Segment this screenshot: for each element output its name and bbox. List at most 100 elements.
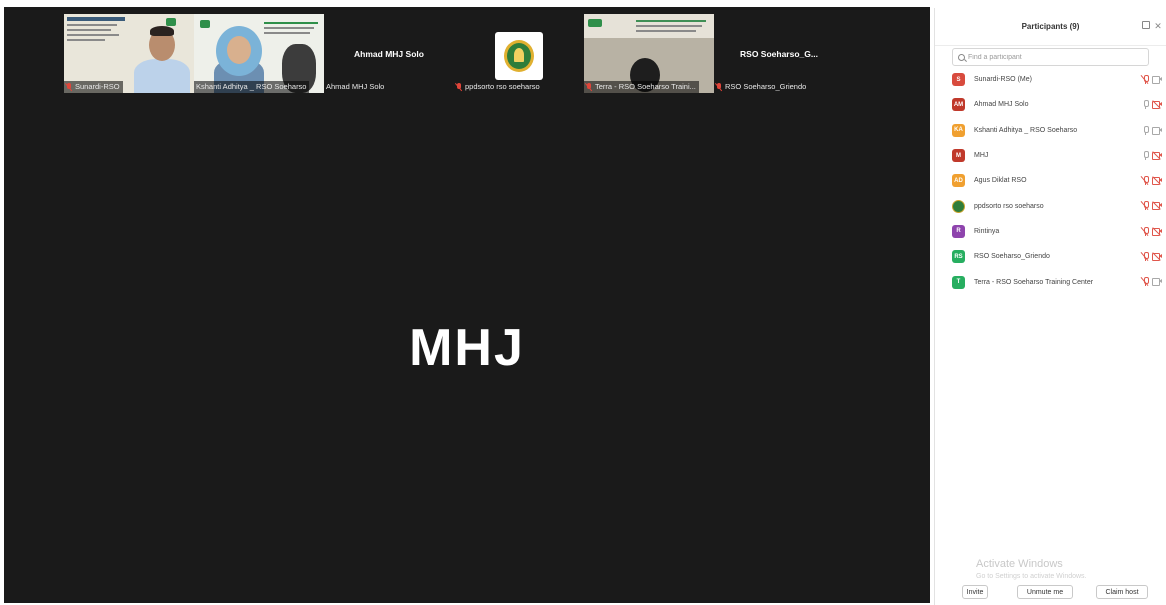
- video-tile-sunardi[interactable]: Sunardi-RSO: [64, 14, 194, 93]
- camera-off-icon: [1152, 176, 1162, 186]
- avatar: RS: [952, 250, 965, 264]
- logo-icon: [588, 19, 602, 27]
- participant-row[interactable]: AD Agus Diklat RSO: [935, 168, 1166, 193]
- tile-caption-text: Kshanti Adhitya _ RSO Soeharso: [196, 82, 307, 91]
- mic-muted-icon: [456, 83, 462, 91]
- participant-name: ppdsorto rso soeharso: [974, 202, 1044, 210]
- invite-button[interactable]: Invite: [962, 585, 988, 599]
- participant-row[interactable]: T Terra - RSO Soeharso Training Center: [935, 269, 1166, 294]
- participant-name: Agus Diklat RSO: [974, 177, 1027, 185]
- participant-name: Kshanti Adhitya _ RSO Soeharso: [974, 126, 1078, 134]
- video-tile-rso-griendo[interactable]: RSO Soeharso_G... RSO Soeharso_Griendo: [714, 14, 844, 93]
- participant-search[interactable]: [952, 48, 1149, 66]
- tile-caption-text: Sunardi-RSO: [75, 82, 120, 91]
- person-body: [134, 59, 190, 93]
- avatar: S: [952, 73, 965, 87]
- participant-name: Ahmad MHJ Solo: [974, 101, 1029, 109]
- activation-watermark-title: Activate Windows: [976, 558, 1063, 570]
- participant-row[interactable]: S Sunardi-RSO (Me): [935, 67, 1166, 92]
- camera-off-icon: [1152, 201, 1162, 211]
- tile-caption: ppdsorto rso soeharso: [454, 81, 543, 93]
- avatar: T: [952, 275, 965, 289]
- slide-title-bar: [67, 17, 125, 21]
- tile-caption-text: Terra - RSO Soeharso Traini...: [595, 82, 696, 91]
- participant-name: RSO Soeharso_Griendo: [974, 253, 1050, 261]
- tile-caption-text: Ahmad MHJ Solo: [326, 82, 385, 91]
- close-icon[interactable]: ✕: [1153, 21, 1163, 31]
- video-tile-ppdsorto[interactable]: ppdsorto rso soeharso: [454, 14, 584, 93]
- participant-list: S Sunardi-RSO (Me) AM Ahmad MHJ Solo KA Kshan…: [935, 67, 1166, 295]
- participant-row[interactable]: AM Ahmad MHJ Solo: [935, 92, 1166, 117]
- tile-caption: Ahmad MHJ Solo: [324, 81, 387, 93]
- tile-caption: Terra - RSO Soeharso Traini...: [584, 81, 699, 93]
- avatar: M: [952, 149, 965, 163]
- avatar: AM: [952, 98, 965, 112]
- search-input[interactable]: [968, 53, 1138, 61]
- unmute-me-button[interactable]: Unmute me: [1017, 585, 1073, 599]
- panel-title: Participants (9): [1021, 22, 1080, 31]
- mic-muted-icon[interactable]: [1140, 277, 1149, 287]
- panel-header: Participants (9) ✕: [935, 8, 1166, 46]
- mic-icon[interactable]: [1142, 125, 1149, 135]
- participant-status-icons: [1140, 176, 1162, 186]
- mic-muted-icon[interactable]: [1140, 252, 1149, 262]
- tile-center-name: RSO Soeharso_G...: [740, 49, 818, 59]
- participant-row[interactable]: KA Kshanti Adhitya _ RSO Soeharso: [935, 118, 1166, 143]
- avatar: AD: [952, 174, 965, 188]
- tile-caption: Kshanti Adhitya _ RSO Soeharso: [194, 81, 310, 93]
- mic-muted-icon[interactable]: [1140, 226, 1149, 236]
- avatar: R: [952, 224, 965, 238]
- camera-off-icon: [1152, 100, 1162, 110]
- participant-name: Rintinya: [974, 227, 1000, 235]
- camera-icon: [1152, 126, 1162, 135]
- logo-icon: [166, 18, 176, 26]
- participant-row[interactable]: R Rintinya: [935, 219, 1166, 244]
- person-hair: [150, 26, 174, 36]
- participant-status-icons: [1140, 252, 1162, 262]
- participant-status-icons: [1142, 150, 1162, 160]
- mic-muted-icon[interactable]: [1140, 74, 1149, 85]
- mic-muted-icon: [66, 83, 72, 91]
- popout-icon[interactable]: [1142, 21, 1150, 29]
- participant-status-icons: [1142, 125, 1162, 135]
- search-icon: [958, 53, 965, 61]
- camera-off-icon: [1152, 151, 1162, 160]
- tile-caption-text: ppdsorto rso soeharso: [465, 82, 540, 91]
- active-speaker-name: MHJ: [409, 319, 525, 377]
- tile-caption-text: RSO Soeharso_Griendo: [725, 82, 807, 91]
- participant-status-icons: [1140, 201, 1162, 211]
- mic-muted-icon: [716, 83, 722, 91]
- participant-status-icons: [1140, 226, 1162, 236]
- participant-name: MHJ: [974, 152, 989, 160]
- participant-row[interactable]: RS RSO Soeharso_Griendo: [935, 244, 1166, 269]
- mic-muted-icon[interactable]: [1140, 176, 1149, 186]
- organization-logo-icon: [495, 32, 543, 80]
- meeting-stage: Sunardi-RSO Kshanti Adhitya _ RSO Soehar…: [4, 7, 930, 603]
- participants-panel: Participants (9) ✕ S Sunardi-RSO (Me) AM Ah…: [934, 8, 1166, 605]
- participant-row[interactable]: M MHJ: [935, 143, 1166, 168]
- video-tile-terra[interactable]: Terra - RSO Soeharso Traini...: [584, 14, 714, 93]
- claim-host-button[interactable]: Claim host: [1096, 585, 1148, 599]
- mic-icon[interactable]: [1142, 150, 1149, 160]
- participant-status-icons: [1142, 100, 1162, 110]
- tile-caption: Sunardi-RSO: [64, 81, 123, 93]
- person-face: [227, 36, 251, 64]
- camera-off-icon: [1152, 227, 1162, 236]
- mic-icon[interactable]: [1142, 100, 1149, 110]
- video-tile-ahmad[interactable]: Ahmad MHJ Solo Ahmad MHJ Solo: [324, 14, 454, 93]
- mic-muted-icon[interactable]: [1140, 201, 1149, 211]
- video-tile-kshanti[interactable]: Kshanti Adhitya _ RSO Soeharso: [194, 14, 324, 93]
- participant-name: Sunardi-RSO (Me): [974, 76, 1032, 84]
- camera-icon: [1152, 278, 1162, 287]
- participant-status-icons: [1140, 277, 1162, 287]
- participant-row[interactable]: ppdsorto rso soeharso: [935, 193, 1166, 218]
- participant-status-icons: [1140, 74, 1162, 85]
- participant-name: Terra - RSO Soeharso Training Center: [974, 278, 1094, 286]
- logo-icon: [200, 20, 210, 28]
- tile-center-name: Ahmad MHJ Solo: [354, 49, 424, 59]
- activation-watermark-subtitle: Go to Settings to activate Windows.: [976, 573, 1087, 580]
- camera-icon: [1152, 76, 1162, 84]
- tile-caption: RSO Soeharso_Griendo: [714, 81, 809, 93]
- camera-off-icon: [1152, 252, 1162, 262]
- mic-muted-icon: [586, 83, 592, 91]
